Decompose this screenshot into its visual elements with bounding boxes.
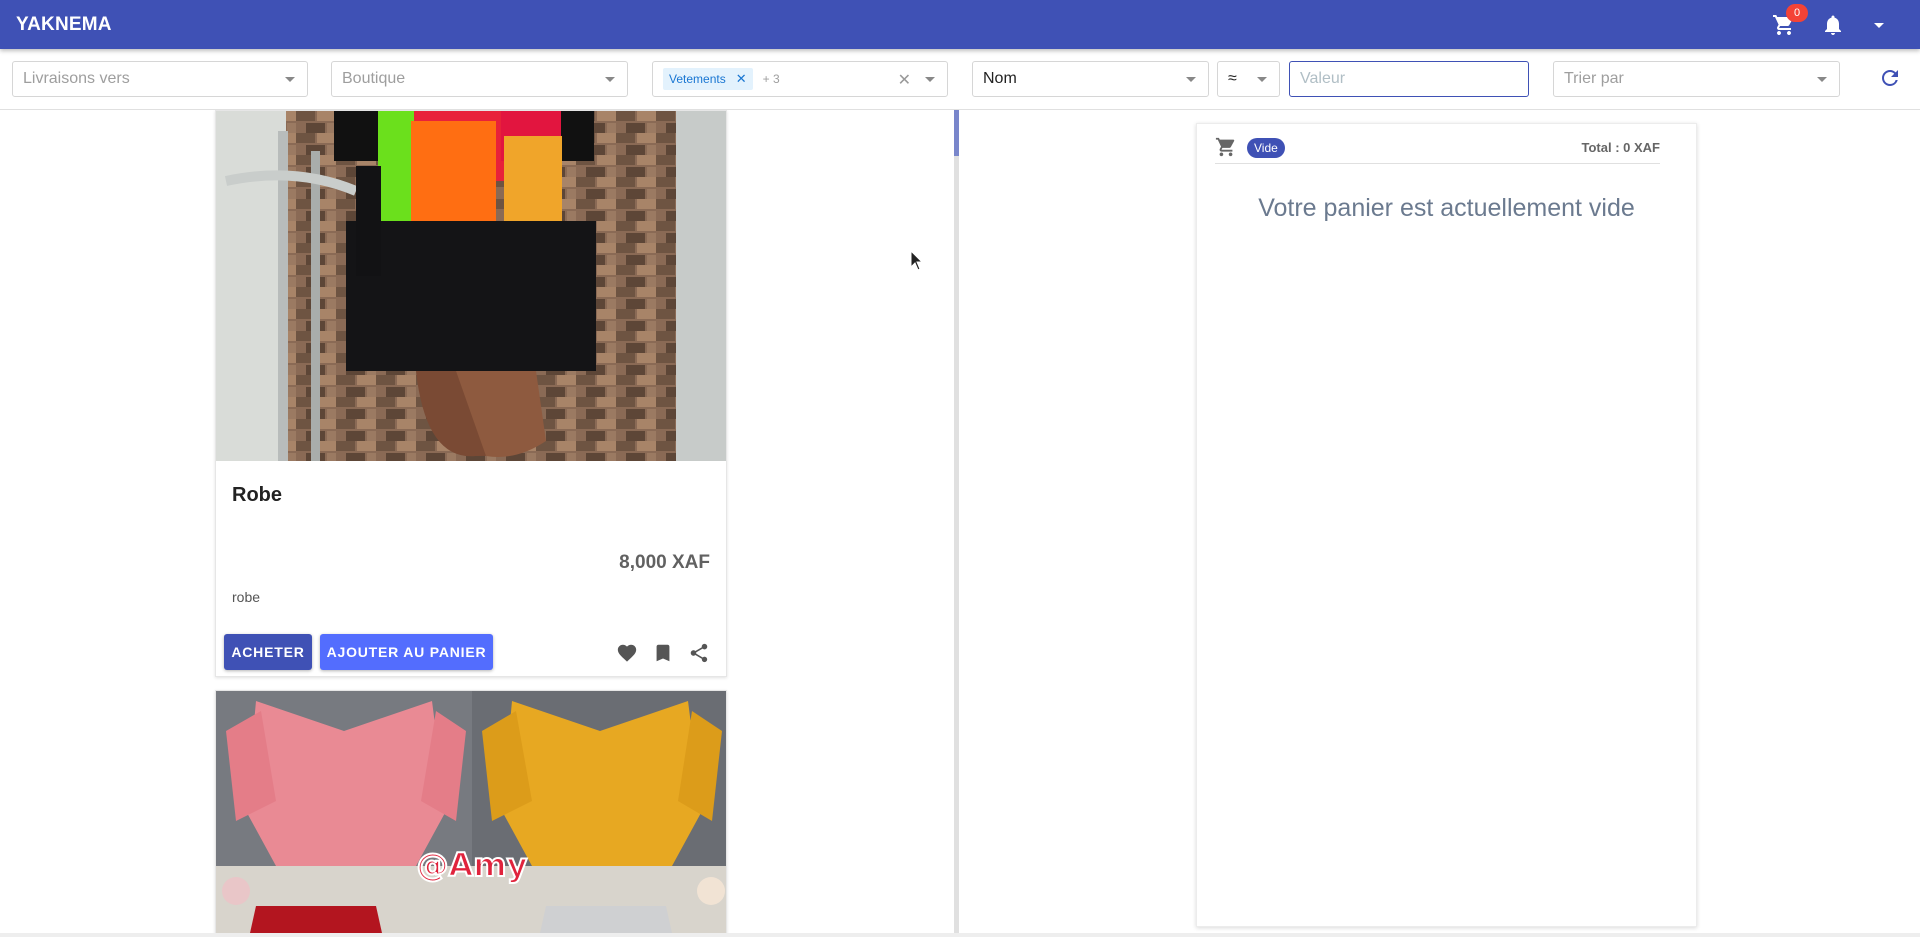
chevron-down-icon (1817, 77, 1827, 82)
product-photo-dress (216, 111, 726, 461)
field-select-value: Nom (983, 70, 1017, 87)
image-watermark-text: @Amy (417, 846, 528, 884)
cart-header: Vide Total : 0 XAF (1215, 132, 1660, 164)
category-multiselect[interactable]: Vetements ✕ + 3 ✕ (652, 61, 948, 97)
bottom-edge (0, 933, 1920, 937)
cart-empty-message: Votre panier est actuellement vide (1258, 194, 1635, 222)
product-image[interactable]: @Amy (216, 691, 726, 937)
refresh-button[interactable] (1878, 66, 1902, 90)
chevron-down-icon (925, 77, 935, 82)
cart-panel: Vide Total : 0 XAF Votre panier est actu… (1196, 123, 1697, 927)
category-more-count: + 3 (762, 72, 780, 86)
share-icon (690, 643, 708, 663)
bookmark-button[interactable] (651, 641, 675, 665)
chevron-down-icon (285, 77, 295, 82)
product-price: 8,000 XAF (619, 552, 710, 573)
account-menu-button[interactable] (1866, 12, 1892, 38)
bell-icon (1825, 15, 1841, 35)
sort-select[interactable]: Trier par (1553, 61, 1840, 97)
shop-select-placeholder: Boutique (342, 70, 406, 87)
notifications-button[interactable] (1820, 12, 1846, 38)
remove-chip-icon[interactable]: ✕ (736, 71, 747, 87)
product-list: Robe 8,000 XAF robe ACHETER AJOUTER AU P… (0, 110, 954, 937)
heart-icon (617, 644, 637, 662)
cart-status-badge: Vide (1247, 138, 1285, 158)
category-chip-label: Vetements (669, 72, 726, 86)
product-card: Robe 8,000 XAF robe ACHETER AJOUTER AU P… (215, 110, 727, 677)
bookmark-icon (656, 644, 670, 662)
clear-selection-icon[interactable]: ✕ (898, 70, 911, 90)
caret-down-icon (1874, 23, 1884, 28)
chevron-down-icon (1186, 77, 1196, 82)
operator-select[interactable]: ≈ (1217, 61, 1280, 97)
value-input[interactable] (1289, 61, 1529, 97)
sort-select-placeholder: Trier par (1564, 70, 1624, 87)
filter-bar: Livraisons vers Boutique Vetements ✕ + 3… (0, 49, 1920, 110)
cart-count-badge: 0 (1786, 4, 1808, 22)
product-description: robe (232, 589, 261, 605)
category-chip: Vetements ✕ (663, 68, 753, 90)
scrollbar-thumb[interactable] (954, 110, 959, 156)
operator-select-value: ≈ (1228, 70, 1237, 87)
product-card: @Amy (215, 690, 727, 937)
brand-logo[interactable]: YAKNEMA (16, 14, 112, 36)
buy-button[interactable]: ACHETER (224, 634, 312, 670)
cart-icon (1215, 137, 1235, 157)
pane-divider[interactable] (954, 110, 959, 937)
product-image[interactable] (216, 111, 726, 461)
product-title[interactable]: Robe (232, 484, 282, 507)
mouse-cursor-icon (910, 250, 924, 271)
cart-total: Total : 0 XAF (1581, 140, 1660, 155)
delivery-select[interactable]: Livraisons vers (12, 61, 308, 97)
share-button[interactable] (687, 641, 711, 665)
shop-select[interactable]: Boutique (331, 61, 628, 97)
product-photo-blouses: @Amy (216, 691, 726, 937)
favorite-button[interactable] (615, 641, 639, 665)
add-to-cart-button[interactable]: AJOUTER AU PANIER (320, 634, 493, 670)
refresh-icon (1882, 70, 1898, 86)
top-app-bar: YAKNEMA 0 (0, 0, 1920, 49)
chevron-down-icon (605, 77, 615, 82)
chevron-down-icon (1257, 77, 1267, 82)
field-select[interactable]: Nom (972, 61, 1209, 97)
delivery-select-placeholder: Livraisons vers (23, 70, 130, 87)
